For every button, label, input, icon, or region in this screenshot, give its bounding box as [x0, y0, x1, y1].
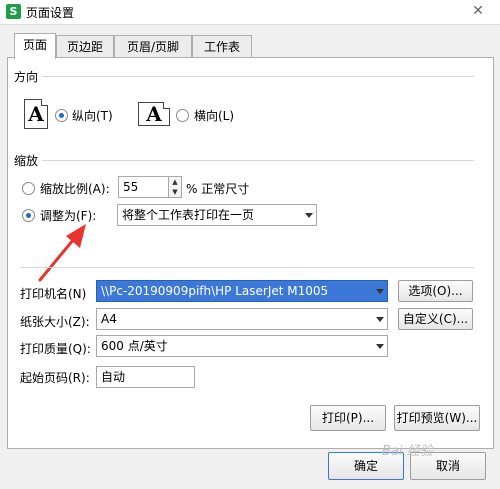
chevron-down-icon	[376, 344, 384, 349]
chevron-down-icon	[376, 317, 384, 322]
scale-percent-suffix: % 正常尺寸	[186, 182, 250, 196]
scale-percent-radio[interactable]	[22, 182, 35, 195]
start-page-input[interactable]: 自动	[96, 366, 195, 388]
custom-paper-button[interactable]: 自定义(C)...	[398, 308, 473, 330]
chevron-down-icon	[305, 213, 313, 218]
scale-percent-label[interactable]: 缩放比例(A):	[40, 180, 110, 197]
scaling-section-title: 缩放	[14, 154, 39, 168]
portrait-radio[interactable]	[55, 109, 68, 122]
print-quality-label: 打印质量(Q):	[20, 342, 91, 356]
paper-size-value: A4	[101, 312, 117, 326]
paper-size-label: 纸张大小(Z):	[20, 315, 90, 329]
landscape-page-icon: A	[138, 102, 170, 126]
scaling-divider	[42, 160, 474, 161]
orientation-divider	[42, 76, 474, 77]
window-title: 页面设置	[26, 6, 75, 20]
tab-header-footer[interactable]: 页眉/页脚	[114, 35, 192, 58]
tab-sheet[interactable]: 工作表	[192, 35, 252, 58]
scale-percent-input[interactable]: 55	[118, 176, 170, 198]
portrait-page-icon: A	[24, 99, 48, 129]
print-button[interactable]: 打印(P)...	[310, 405, 386, 431]
spinner-up-icon[interactable]: ▲	[169, 177, 181, 187]
fit-to-select-value: 将整个工作表打印在一页	[122, 208, 255, 222]
watermark: Bai 经验	[382, 444, 433, 459]
tab-page[interactable]: 页面	[14, 33, 56, 59]
tab-margins[interactable]: 页边距	[56, 35, 114, 58]
wps-app-icon: S	[6, 4, 21, 19]
printer-divider	[20, 267, 474, 268]
title-bar: S 页面设置 ✕	[0, 0, 500, 25]
chevron-down-icon	[376, 289, 384, 294]
fit-to-select[interactable]: 将整个工作表打印在一页	[117, 204, 317, 226]
print-quality-value: 600 点/英寸	[101, 339, 168, 353]
annotation-arrow-icon	[38, 224, 86, 282]
print-quality-select[interactable]: 600 点/英寸	[96, 335, 388, 357]
start-page-label: 起始页码(R):	[20, 371, 90, 385]
portrait-label[interactable]: 纵向(T)	[72, 107, 113, 124]
printer-name-select[interactable]: \\Pc-20190909pifh\HP LaserJet M1005	[96, 280, 388, 302]
scale-percent-spinner[interactable]: ▲ ▼	[168, 176, 182, 198]
spinner-down-icon[interactable]: ▼	[169, 187, 181, 197]
printer-name-value: \\Pc-20190909pifh\HP LaserJet M1005	[101, 284, 329, 298]
landscape-label[interactable]: 横向(L)	[194, 107, 234, 124]
paper-size-select[interactable]: A4	[96, 308, 388, 330]
printer-options-button[interactable]: 选项(O)...	[398, 280, 473, 302]
print-preview-button[interactable]: 打印预览(W)...	[394, 405, 480, 431]
printer-name-label: 打印机名(N)	[20, 287, 87, 301]
close-button[interactable]: ✕	[456, 0, 500, 22]
landscape-radio[interactable]	[176, 109, 189, 122]
orientation-section-title: 方向	[14, 70, 39, 84]
